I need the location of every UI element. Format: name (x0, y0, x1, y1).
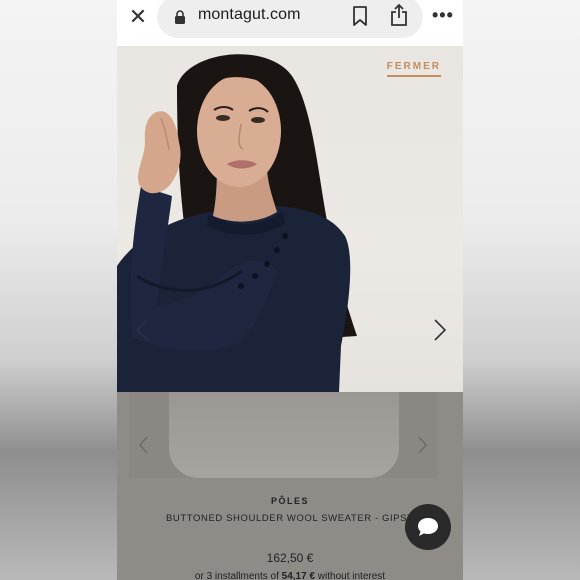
model-photo (117, 54, 357, 392)
installments-prefix: or 3 installments of (194, 571, 282, 580)
product-price: 162,50 € (266, 551, 314, 565)
installments-amount: 54,17 € (281, 571, 316, 580)
share-icon[interactable] (390, 4, 408, 26)
blurred-background-left (0, 0, 117, 580)
chat-bubble-icon (418, 518, 438, 536)
thumbnail-prev-icon[interactable] (139, 436, 149, 454)
url-text[interactable]: montagut.com (198, 6, 301, 24)
thumbnail-carousel[interactable] (129, 392, 437, 478)
page-overlay[interactable]: PÔLES BUTTONED SHOULDER WOOL SWEATER - G… (117, 392, 463, 580)
close-icon[interactable]: ✕ (127, 6, 149, 28)
close-gallery-button[interactable]: FERMER (386, 61, 441, 77)
installments-suffix: without interest (315, 571, 386, 580)
more-options-icon[interactable]: ••• (432, 6, 454, 24)
address-bar[interactable]: montagut.com (157, 0, 423, 38)
product-image: FERMER (117, 46, 463, 392)
product-brand: PÔLES (270, 496, 309, 506)
bookmark-icon[interactable] (352, 6, 368, 26)
blurred-background-right (463, 0, 580, 580)
phone-screen: ✕ montagut.com ••• FERMER PÔLES BUTTONED… (117, 0, 463, 580)
thumbnail-next-icon[interactable] (417, 436, 427, 454)
chevron-left-icon[interactable] (135, 318, 149, 342)
chat-button[interactable] (405, 504, 451, 550)
browser-toolbar: ✕ montagut.com ••• (117, 0, 463, 46)
installments-text: or 3 installments of 54,17 € without int… (117, 571, 463, 580)
thumbnail-image[interactable] (169, 392, 399, 478)
lock-icon (175, 10, 185, 24)
chevron-right-icon[interactable] (433, 318, 447, 342)
